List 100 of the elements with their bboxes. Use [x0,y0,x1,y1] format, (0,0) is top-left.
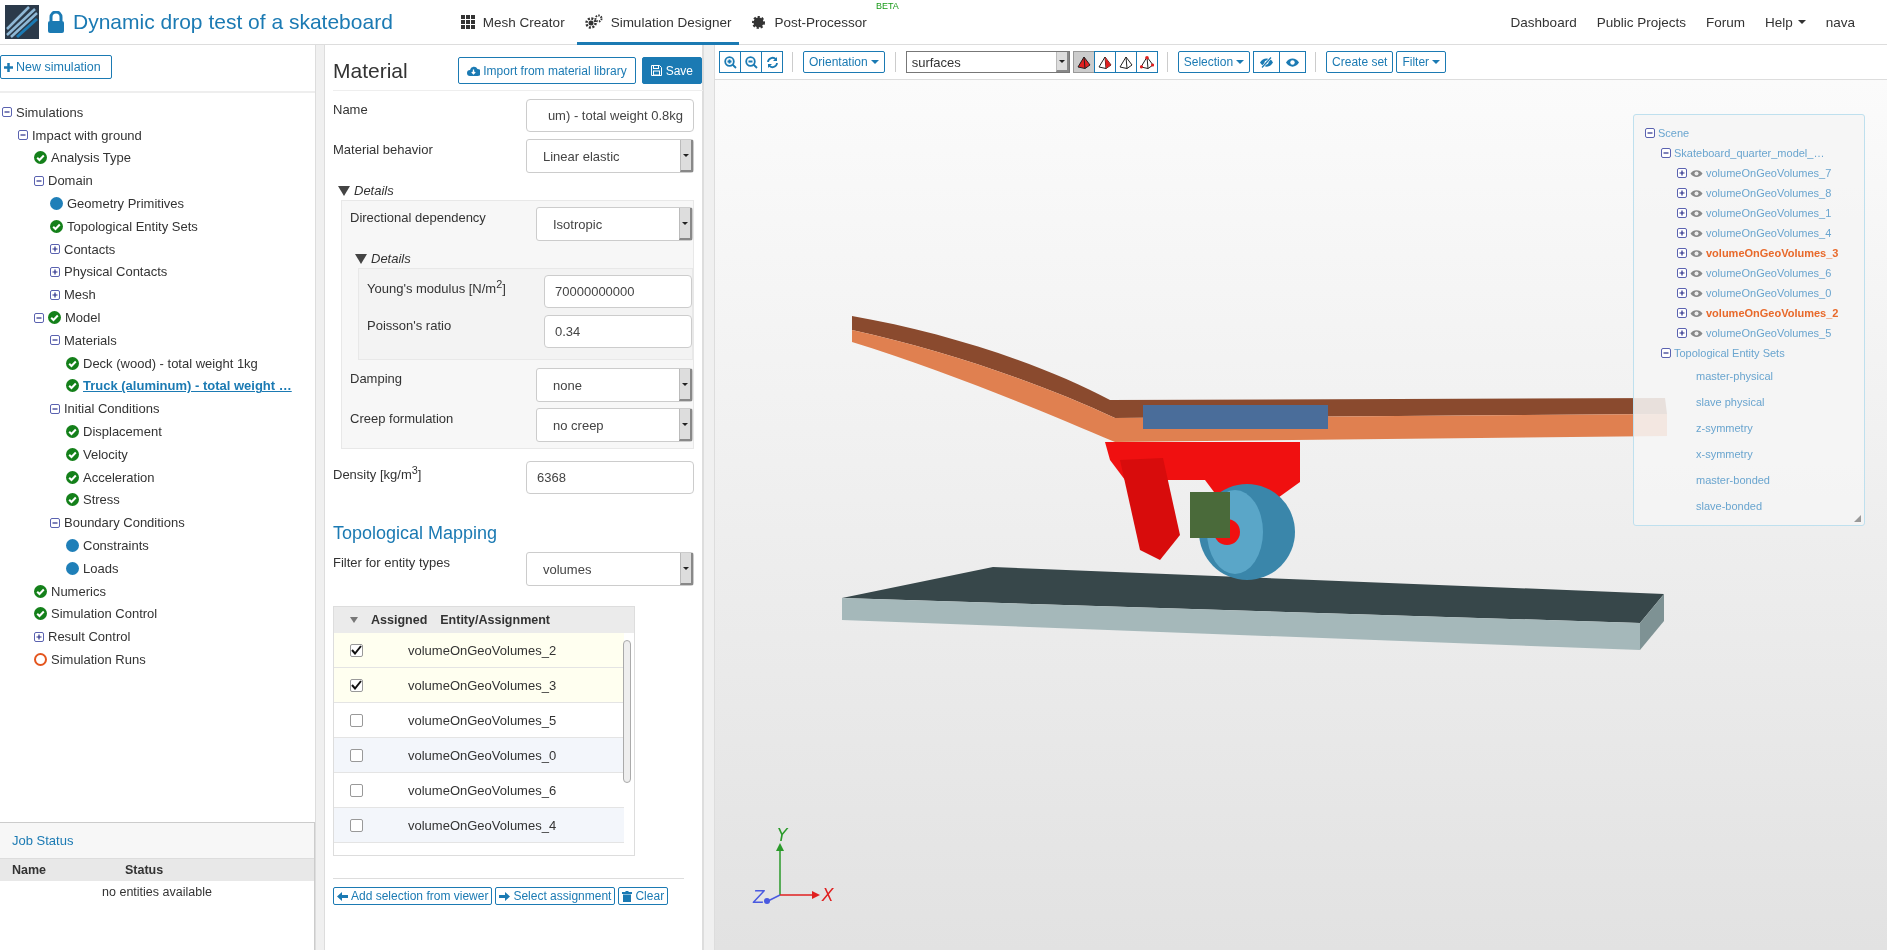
tree-item[interactable]: Stress [83,492,120,508]
eye-icon[interactable] [1690,288,1703,298]
tree-item[interactable]: Velocity [83,446,128,462]
eye-icon[interactable] [1690,228,1703,238]
checkbox[interactable] [350,818,363,832]
tree-item[interactable]: Displacement [83,424,162,440]
checkbox[interactable] [350,713,363,727]
dropdown[interactable]: no creep [536,408,693,442]
column-header[interactable]: Assigned [371,613,428,627]
tree-item[interactable]: Materials [64,332,117,348]
tree-item[interactable]: Topological Entity Sets [67,218,198,234]
tree-item[interactable]: Simulation Control [51,606,158,622]
tree-item[interactable]: Simulation Runs [51,652,146,667]
tree-item[interactable]: Acceleration [83,469,155,485]
dropdown[interactable]: volumes [526,552,694,586]
collapse-icon[interactable] [50,403,60,414]
tree-item[interactable]: Impact with ground [32,127,142,143]
tree-item[interactable]: Geometry Primitives [67,196,185,212]
number-field[interactable]: 0.34 [544,315,692,348]
collapse-icon[interactable] [50,335,60,346]
expand-icon[interactable] [1677,228,1687,238]
tree-item[interactable]: Deck (wood) - total weight 1kg [83,355,258,371]
expand-icon[interactable] [1677,268,1687,278]
tree-item[interactable]: Truck (aluminum) - total weight … [83,378,292,394]
dropdown[interactable]: Isotropic [536,207,693,241]
save-button[interactable]: Save [641,57,702,84]
expand-icon[interactable] [34,631,44,642]
eye-icon[interactable] [1690,328,1703,338]
scrollbar[interactable] [623,640,631,783]
selection-button[interactable]: Selection [1177,51,1251,73]
zoom-in-button[interactable] [719,51,741,73]
render-mode-button[interactable] [1114,51,1137,73]
resize-grip-icon[interactable] [1854,515,1861,522]
tree-item[interactable]: Boundary Conditions [64,515,185,531]
collapse-icon[interactable] [34,175,44,186]
show-button[interactable] [1279,51,1307,73]
render-mode-button[interactable] [1135,51,1158,73]
expand-icon[interactable] [1677,208,1687,218]
hide-button[interactable] [1253,51,1281,73]
dropdown[interactable]: Linear elastic [526,139,694,173]
logo-icon[interactable] [5,5,39,39]
nav-link[interactable]: nava [1815,14,1865,30]
dropdown[interactable]: none [536,368,693,402]
action-button[interactable]: Clear [618,887,669,905]
collapse-icon[interactable] [50,517,60,528]
nav-tab[interactable]: Mesh Creator [452,0,573,45]
tree-item[interactable]: Contacts [64,241,116,257]
action-button[interactable]: Select assignment [495,887,616,905]
new-simulation-button[interactable]: New simulation [0,55,112,79]
refresh-button[interactable] [761,51,783,73]
expand-icon[interactable] [1677,168,1687,178]
tree-item[interactable]: Loads [83,560,119,576]
checkbox[interactable] [350,678,363,692]
column-header[interactable]: Entity/Assignment [440,613,550,627]
tree-item[interactable]: Model [65,310,101,326]
eye-icon[interactable] [1690,188,1703,198]
expand-icon[interactable] [50,244,60,255]
tree-item[interactable]: Constraints [83,538,149,554]
eye-icon[interactable] [1690,168,1703,178]
zoom-out-button[interactable] [740,51,762,73]
nav-link[interactable]: Forum [1695,14,1755,30]
collapse-icon[interactable] [1661,348,1671,358]
tree-item[interactable]: Result Control [48,629,131,645]
eye-icon[interactable] [1690,248,1703,258]
render-mode-button[interactable] [1072,51,1095,73]
tree-item[interactable]: Numerics [51,583,106,599]
expand-icon[interactable] [1677,328,1687,338]
orientation-button[interactable]: Orientation [803,51,885,73]
render-mode-button[interactable] [1093,51,1116,73]
expand-icon[interactable] [1677,188,1687,198]
collapse-icon[interactable] [34,312,44,323]
checkbox[interactable] [350,783,363,797]
checkbox[interactable] [350,643,363,657]
eye-icon[interactable] [1690,308,1703,318]
checkbox[interactable] [350,748,363,762]
eye-icon[interactable] [1690,208,1703,218]
tree-item[interactable]: Initial Conditions [64,401,160,417]
expand-icon[interactable] [1677,248,1687,258]
filter-button[interactable]: Filter [1396,51,1447,73]
action-button[interactable]: Add selection from viewer [333,887,493,905]
tree-item[interactable]: Physical Contacts [64,264,168,280]
collapse-icon[interactable] [1661,148,1671,158]
tree-item[interactable]: Analysis Type [51,150,131,166]
import-button[interactable]: Import from material library [458,57,636,84]
expand-icon[interactable] [1677,308,1687,318]
tree-item[interactable]: Simulations [16,104,84,120]
name-field[interactable]: um) - total weight 0.8kg [526,99,694,132]
nav-link[interactable]: Help [1754,14,1816,30]
nav-tab[interactable]: Post-Processor [743,0,875,45]
collapse-icon[interactable] [2,107,12,118]
display-dropdown[interactable]: surfaces [905,51,1070,73]
tree-item[interactable]: Mesh [64,287,96,303]
number-field[interactable]: 70000000000 [544,275,692,308]
expand-icon[interactable] [1677,288,1687,298]
number-field[interactable]: 6368 [526,461,694,494]
expand-icon[interactable] [50,289,60,300]
expand-icon[interactable] [50,266,60,277]
tree-item[interactable]: Domain [48,173,93,189]
collapse-icon[interactable] [18,130,28,141]
sort-icon[interactable] [350,617,358,623]
